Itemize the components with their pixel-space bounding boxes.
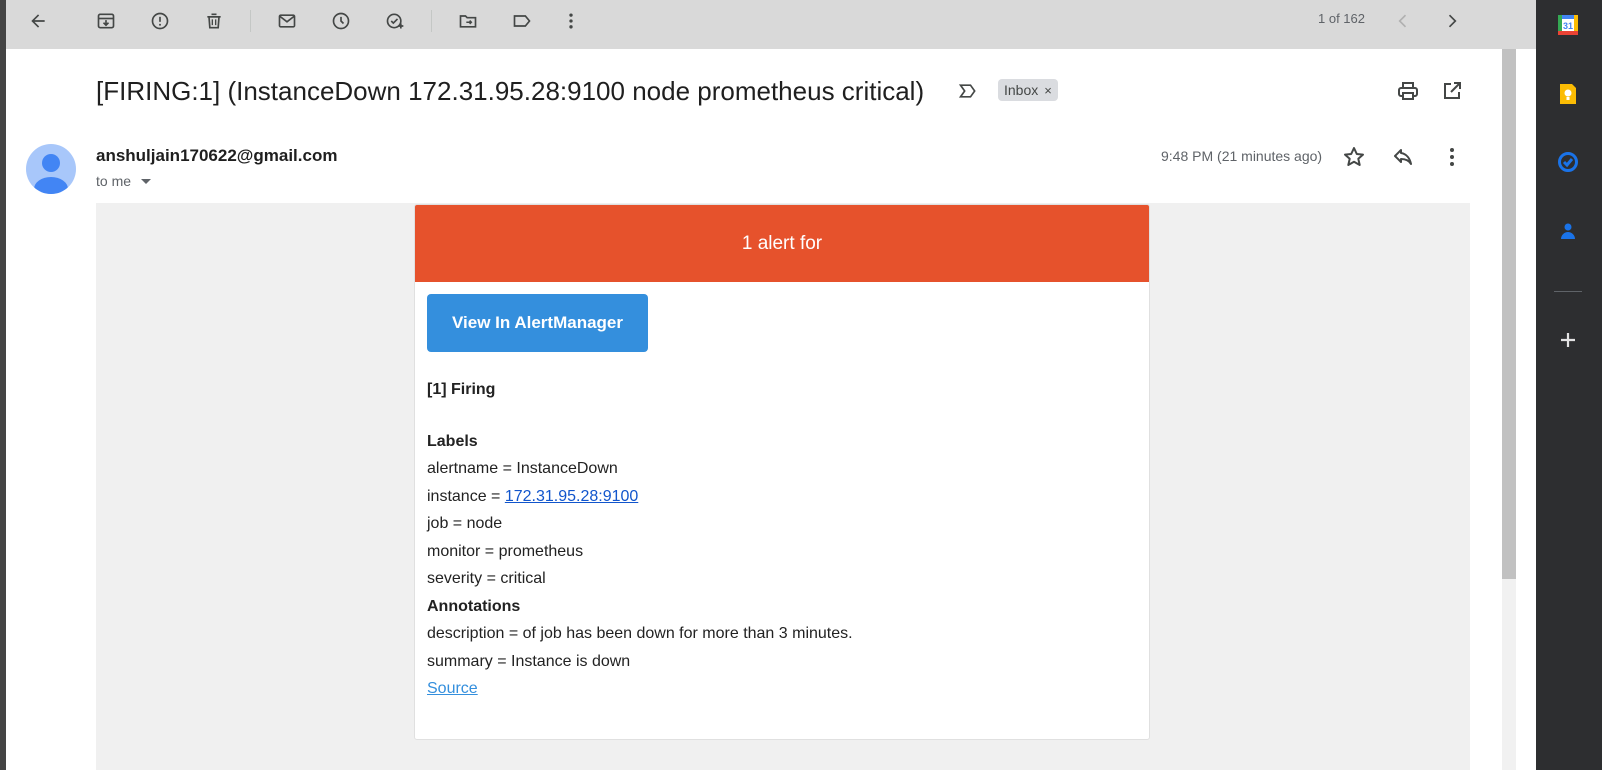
toolbar-divider	[250, 10, 251, 32]
sender-email[interactable]: anshuljain170622@gmail.com	[96, 146, 337, 166]
inbox-label-chip[interactable]: Inbox ×	[998, 79, 1058, 101]
label-line: job = node	[427, 515, 503, 532]
email-body: 1 alert for View In AlertManager [1] Fir…	[96, 203, 1470, 770]
reply-icon[interactable]	[1391, 145, 1415, 169]
calendar-icon[interactable]: 31	[1556, 13, 1580, 37]
pager-text: 1 of 162	[1318, 11, 1365, 26]
annotation-line: description = of job has been down for m…	[427, 625, 853, 642]
alert-content: View In AlertManager [1] Firing Labels a…	[415, 282, 1149, 715]
received-time: 9:48 PM (21 minutes ago)	[1161, 148, 1323, 164]
inbox-label-text: Inbox	[1004, 82, 1039, 98]
sender-avatar[interactable]	[26, 144, 76, 194]
recipient-line: to me	[96, 173, 152, 189]
message-more-icon[interactable]	[1440, 145, 1464, 169]
newer-icon[interactable]	[1391, 9, 1415, 33]
message-toolbar: 1 of 162	[6, 0, 1536, 49]
print-icon[interactable]	[1396, 79, 1420, 103]
delete-icon[interactable]	[202, 9, 226, 33]
annotation-line: summary = Instance is down	[427, 652, 631, 670]
label-line: alertname = InstanceDown	[427, 460, 618, 477]
contacts-icon[interactable]	[1556, 219, 1580, 243]
alert-card: 1 alert for View In AlertManager [1] Fir…	[414, 204, 1150, 740]
add-task-icon[interactable]	[383, 9, 407, 33]
alert-banner-text: 1 alert for	[741, 232, 823, 254]
back-icon[interactable]	[26, 9, 50, 33]
remove-label-icon[interactable]: ×	[1044, 83, 1052, 98]
labels-heading: Labels	[427, 432, 478, 450]
subject-row: [FIRING:1] (InstanceDown 172.31.95.28:91…	[6, 49, 1536, 129]
add-icon[interactable]	[1556, 328, 1580, 352]
view-in-alertmanager-button[interactable]: View In AlertManager	[427, 294, 648, 352]
calendar-day: 31	[1563, 21, 1573, 31]
label-line: instance =	[427, 487, 505, 505]
open-new-window-icon[interactable]	[1440, 79, 1464, 103]
star-icon[interactable]	[1342, 145, 1366, 169]
label-line-instance: instance = 172.31.95.28:9100	[427, 483, 1137, 511]
label-line: severity = critical	[427, 570, 546, 587]
alert-banner: 1 alert for	[415, 205, 1149, 282]
label-line: monitor = prometheus	[427, 542, 584, 560]
annotations-heading: Annotations	[427, 597, 521, 615]
instance-link[interactable]: 172.31.95.28:9100	[505, 488, 638, 505]
mark-unread-icon[interactable]	[275, 9, 299, 33]
report-spam-icon[interactable]	[148, 9, 172, 33]
side-panel: 31	[1536, 0, 1602, 770]
tasks-icon[interactable]	[1556, 150, 1580, 174]
side-panel-divider	[1554, 291, 1582, 292]
email-subject: [FIRING:1] (InstanceDown 172.31.95.28:91…	[96, 76, 925, 106]
snooze-icon[interactable]	[329, 9, 353, 33]
archive-icon[interactable]	[94, 9, 118, 33]
more-icon[interactable]	[559, 9, 583, 33]
mail-main-pane: 1 of 162 [FIRING:1] (InstanceDown 172.31…	[6, 0, 1536, 770]
older-icon[interactable]	[1440, 9, 1464, 33]
show-details-icon[interactable]	[141, 178, 152, 184]
label-icon[interactable]	[510, 9, 534, 33]
toolbar-divider	[431, 10, 432, 32]
firing-heading: [1] Firing	[427, 381, 496, 398]
recipient-text: to me	[96, 173, 132, 189]
keep-icon[interactable]	[1556, 82, 1580, 106]
scrollbar-thumb[interactable]	[1502, 49, 1516, 579]
source-link[interactable]: Source	[427, 680, 478, 697]
importance-marker-icon[interactable]	[958, 81, 978, 101]
move-to-icon[interactable]	[456, 9, 480, 33]
